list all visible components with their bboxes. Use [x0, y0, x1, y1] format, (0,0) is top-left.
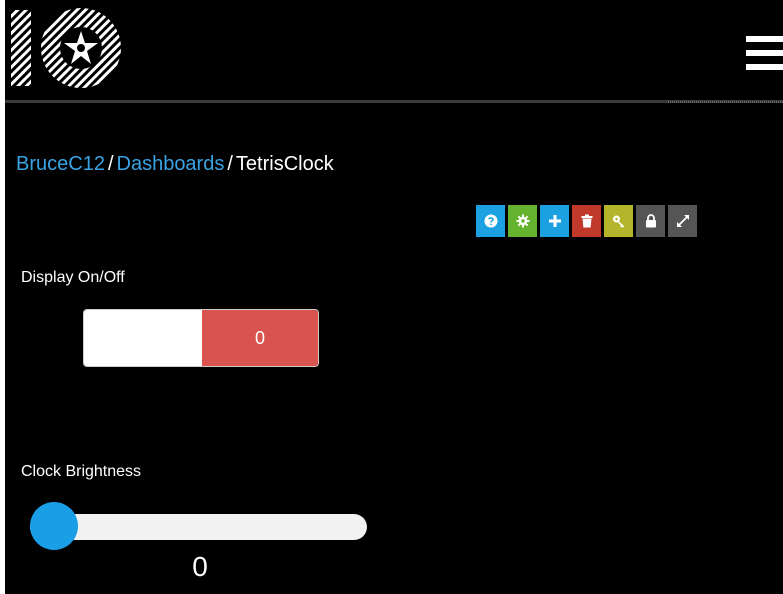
help-button[interactable] — [476, 205, 505, 237]
menu-bar-top — [746, 36, 783, 42]
fullscreen-button[interactable] — [668, 205, 697, 237]
gear-icon — [516, 214, 529, 228]
breadcrumb-dashboards-link[interactable]: Dashboards — [117, 153, 225, 175]
toggle-widget-title: Display On/Off — [21, 269, 125, 286]
lock-button[interactable] — [636, 205, 665, 237]
lock-icon — [645, 214, 656, 228]
add-block-button[interactable] — [540, 205, 569, 237]
key-icon — [612, 215, 624, 228]
trash-icon — [581, 214, 592, 228]
key-button[interactable] — [604, 205, 633, 237]
delete-button[interactable] — [572, 205, 601, 237]
top-header — [5, 0, 783, 100]
breadcrumb-separator: / — [107, 153, 114, 175]
header-divider — [5, 100, 783, 103]
breadcrumb-current: TetrisClock — [235, 153, 334, 175]
breadcrumb-user-link[interactable]: BruceC12 — [16, 153, 105, 175]
expand-icon — [676, 215, 689, 227]
brightness-slider-track[interactable] — [30, 514, 367, 540]
brightness-slider-value: 0 — [192, 551, 208, 582]
plus-icon — [548, 215, 561, 227]
display-toggle-switch[interactable]: 0 — [83, 309, 319, 367]
breadcrumb: BruceC12/Dashboards / TetrisClock — [16, 151, 334, 177]
app-window: BruceC12/Dashboards / TetrisClock Displa… — [0, 0, 783, 594]
adafruit-io-logo[interactable] — [11, 6, 123, 95]
settings-button[interactable] — [508, 205, 537, 237]
menu-bar-bottom — [746, 64, 783, 70]
breadcrumb-separator: / — [227, 153, 233, 175]
toggle-off-side[interactable]: 0 — [202, 310, 318, 366]
menu-bar-middle — [746, 50, 783, 56]
header-divider-dots — [668, 101, 783, 103]
dashboard-toolbar — [476, 205, 697, 237]
slider-widget-title: Clock Brightness — [21, 463, 142, 480]
hamburger-menu-icon[interactable] — [746, 36, 783, 70]
brightness-slider-handle[interactable] — [30, 502, 78, 550]
question-circle-icon — [484, 214, 497, 228]
toggle-on-side[interactable] — [84, 310, 202, 366]
